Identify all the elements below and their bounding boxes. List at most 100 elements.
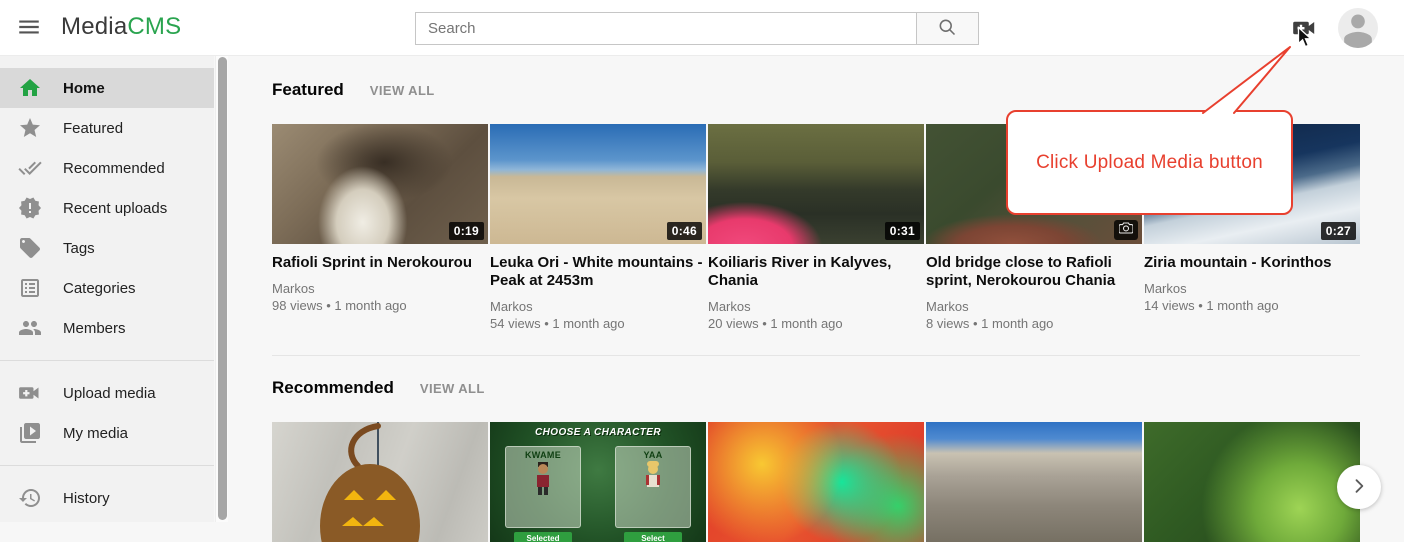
star-icon bbox=[18, 116, 42, 140]
video-card bbox=[708, 422, 924, 542]
video-thumbnail[interactable]: 0:31 bbox=[708, 124, 924, 244]
sidebar-item-tags[interactable]: Tags bbox=[0, 228, 214, 268]
video-thumbnail[interactable] bbox=[926, 422, 1142, 542]
video-card: 0:46 Leuka Ori - White mountains - Peak … bbox=[490, 124, 706, 332]
video-thumbnail[interactable] bbox=[1144, 422, 1360, 542]
sidebar-item-label: Categories bbox=[63, 280, 136, 297]
sidebar-item-label: Home bbox=[63, 80, 105, 97]
video-title[interactable]: Ziria mountain - Korinthos bbox=[1144, 254, 1358, 272]
photo-badge bbox=[1114, 220, 1138, 240]
user-avatar[interactable] bbox=[1338, 8, 1378, 48]
video-author[interactable]: Markos bbox=[1144, 280, 1360, 297]
video-thumbnail[interactable] bbox=[708, 422, 924, 542]
video-meta: 8 views • 1 month ago bbox=[926, 315, 1142, 332]
categories-icon bbox=[18, 276, 42, 300]
sidebar-scrollbar bbox=[215, 56, 228, 522]
new-releases-icon bbox=[18, 196, 42, 220]
sidebar-item-label: Recent uploads bbox=[63, 200, 167, 217]
duration-badge: 0:31 bbox=[885, 222, 920, 240]
sidebar-item-upload-media[interactable]: Upload media bbox=[0, 373, 214, 413]
video-thumbnail[interactable]: 0:19 bbox=[272, 124, 488, 244]
sidebar-item-recommended[interactable]: Recommended bbox=[0, 148, 214, 188]
scrollbar-thumb[interactable] bbox=[218, 57, 227, 520]
sidebar-item-my-media[interactable]: My media bbox=[0, 413, 214, 453]
topbar: MediaCMS bbox=[0, 0, 1404, 56]
upload-media-icon bbox=[1292, 29, 1318, 44]
person-icon bbox=[1338, 35, 1378, 48]
video-thumbnail[interactable] bbox=[272, 422, 488, 542]
duration-badge: 0:46 bbox=[667, 222, 702, 240]
video-card: 0:31 Koiliaris River in Kalyves, Chania … bbox=[708, 124, 924, 332]
video-title[interactable]: Leuka Ori - White mountains - Peak at 24… bbox=[490, 254, 704, 290]
video-thumbnail[interactable]: CHOOSE A CHARACTER KWAME YAA Selected Se… bbox=[490, 422, 706, 542]
sidebar-item-label: Members bbox=[63, 320, 126, 337]
sidebar: Home Featured Recommended Recent uploads… bbox=[0, 56, 214, 522]
duration-badge: 0:27 bbox=[1321, 222, 1356, 240]
logo-prefix: Media bbox=[61, 13, 127, 40]
video-author[interactable]: Markos bbox=[708, 298, 924, 315]
video-meta: 98 views • 1 month ago bbox=[272, 297, 488, 314]
search-button[interactable] bbox=[916, 12, 979, 45]
chevron-right-icon bbox=[1349, 476, 1369, 499]
character-name: KWAME bbox=[506, 450, 580, 460]
tag-icon bbox=[18, 236, 42, 260]
logo-suffix: CMS bbox=[127, 13, 181, 40]
video-card: 0:19 Rafioli Sprint in Nerokourou Markos… bbox=[272, 124, 488, 332]
section-title: Recommended bbox=[272, 378, 394, 398]
sidebar-item-label: Featured bbox=[63, 120, 123, 137]
video-library-icon bbox=[18, 421, 42, 445]
video-card bbox=[926, 422, 1142, 542]
recommended-section-header: Recommended VIEW ALL bbox=[272, 378, 485, 398]
duration-badge: 0:19 bbox=[449, 222, 484, 240]
character-panel: YAA bbox=[615, 446, 691, 528]
upload-media-icon bbox=[18, 381, 42, 405]
sidebar-item-label: Upload media bbox=[63, 385, 156, 402]
camera-icon bbox=[1119, 221, 1133, 239]
sidebar-item-home[interactable]: Home bbox=[0, 68, 214, 108]
video-title[interactable]: Koiliaris River in Kalyves, Chania bbox=[708, 254, 922, 290]
view-all-link[interactable]: VIEW ALL bbox=[370, 83, 435, 98]
sidebar-item-label: My media bbox=[63, 425, 128, 442]
sidebar-divider bbox=[0, 360, 214, 361]
sidebar-item-history[interactable]: History bbox=[0, 478, 214, 518]
video-thumbnail[interactable]: 0:46 bbox=[490, 124, 706, 244]
sidebar-item-featured[interactable]: Featured bbox=[0, 108, 214, 148]
video-author[interactable]: Markos bbox=[926, 298, 1142, 315]
character-name: YAA bbox=[616, 450, 690, 460]
view-all-link[interactable]: VIEW ALL bbox=[420, 381, 485, 396]
carousel-next-button[interactable] bbox=[1337, 465, 1381, 509]
search-icon bbox=[937, 17, 958, 41]
video-meta: 20 views • 1 month ago bbox=[708, 315, 924, 332]
menu-icon[interactable] bbox=[14, 14, 44, 42]
annotation-callout: Click Upload Media button bbox=[1006, 110, 1293, 215]
sidebar-item-categories[interactable]: Categories bbox=[0, 268, 214, 308]
section-divider bbox=[272, 355, 1360, 356]
video-meta: 54 views • 1 month ago bbox=[490, 315, 706, 332]
video-title[interactable]: Rafioli Sprint in Nerokourou bbox=[272, 254, 486, 272]
video-title[interactable]: Old bridge close to Rafioli sprint, Nero… bbox=[926, 254, 1140, 290]
sidebar-item-members[interactable]: Members bbox=[0, 308, 214, 348]
game-screen-title: CHOOSE A CHARACTER bbox=[490, 427, 706, 438]
video-card: CHOOSE A CHARACTER KWAME YAA Selected Se… bbox=[490, 422, 706, 542]
sidebar-item-recent-uploads[interactable]: Recent uploads bbox=[0, 188, 214, 228]
video-author[interactable]: Markos bbox=[490, 298, 706, 315]
video-card bbox=[1144, 422, 1360, 542]
app-logo[interactable]: MediaCMS bbox=[61, 13, 181, 41]
home-icon bbox=[18, 76, 42, 100]
upload-media-button[interactable] bbox=[1291, 15, 1318, 42]
video-author[interactable]: Markos bbox=[272, 280, 488, 297]
section-title: Featured bbox=[272, 80, 344, 100]
featured-section-header: Featured VIEW ALL bbox=[272, 80, 435, 100]
recommended-video-row: CHOOSE A CHARACTER KWAME YAA Selected Se… bbox=[272, 422, 1360, 542]
sidebar-divider bbox=[0, 465, 214, 466]
members-icon bbox=[18, 316, 42, 340]
done-all-icon bbox=[18, 156, 42, 180]
character-panel: KWAME bbox=[505, 446, 581, 528]
search-bar bbox=[415, 12, 979, 45]
video-card bbox=[272, 422, 488, 542]
callout-text: Click Upload Media button bbox=[1036, 152, 1263, 174]
history-icon bbox=[18, 486, 42, 510]
sidebar-item-label: History bbox=[63, 490, 110, 507]
selected-button: Selected bbox=[514, 532, 572, 542]
search-input[interactable] bbox=[415, 12, 917, 45]
